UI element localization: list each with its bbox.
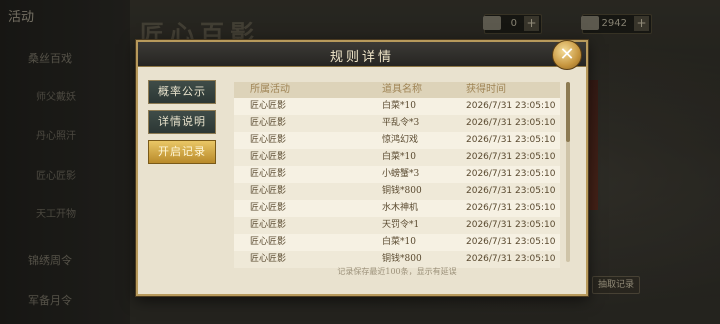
column-activity: 所属活动 bbox=[250, 84, 290, 95]
tab-open-records[interactable]: 开启记录 bbox=[148, 140, 216, 164]
tab-details[interactable]: 详情说明 bbox=[148, 110, 216, 134]
table-row: 匠心匠影 水木神机 2026/7/31 23:05:10 bbox=[234, 200, 560, 217]
dialog-header: 规则详情 bbox=[138, 42, 586, 67]
close-icon: ✕ bbox=[559, 44, 575, 65]
close-button[interactable]: ✕ bbox=[552, 40, 582, 70]
tab-probability[interactable]: 概率公示 bbox=[148, 80, 216, 104]
table-row: 匠心匠影 小螃蟹*3 2026/7/31 23:05:10 bbox=[234, 166, 560, 183]
table-row: 匠心匠影 惊鸿幻戏 2026/7/31 23:05:10 bbox=[234, 132, 560, 149]
table-row: 匠心匠影 白菜*10 2026/7/31 23:05:10 bbox=[234, 98, 560, 115]
list-scrollbar[interactable] bbox=[566, 82, 570, 262]
list-header: 所属活动 道具名称 获得时间 bbox=[234, 82, 560, 99]
rules-dialog: 规则详情 概率公示 详情说明 开启记录 所属活动 道具名称 获得时间 匠心匠影 … bbox=[136, 40, 588, 296]
column-item: 道具名称 bbox=[382, 84, 422, 95]
table-row: 匠心匠影 平乱令*3 2026/7/31 23:05:10 bbox=[234, 115, 560, 132]
table-row: 匠心匠影 天罚令*1 2026/7/31 23:05:10 bbox=[234, 217, 560, 234]
records-footer-note: 记录保存最近100条，显示有延误 bbox=[337, 267, 457, 276]
column-time: 获得时间 bbox=[466, 84, 506, 95]
dialog-title: 规则详情 bbox=[329, 50, 394, 65]
records-list[interactable]: 所属活动 道具名称 获得时间 匠心匠影 白菜*10 2026/7/31 23:0… bbox=[234, 82, 560, 282]
scrollbar-thumb[interactable] bbox=[566, 82, 570, 142]
table-row: 匠心匠影 铜钱*800 2026/7/31 23:05:10 bbox=[234, 183, 560, 200]
table-row: 匠心匠影 白菜*10 2026/7/31 23:05:10 bbox=[234, 149, 560, 166]
table-row: 匠心匠影 白菜*10 2026/7/31 23:05:10 bbox=[234, 234, 560, 251]
